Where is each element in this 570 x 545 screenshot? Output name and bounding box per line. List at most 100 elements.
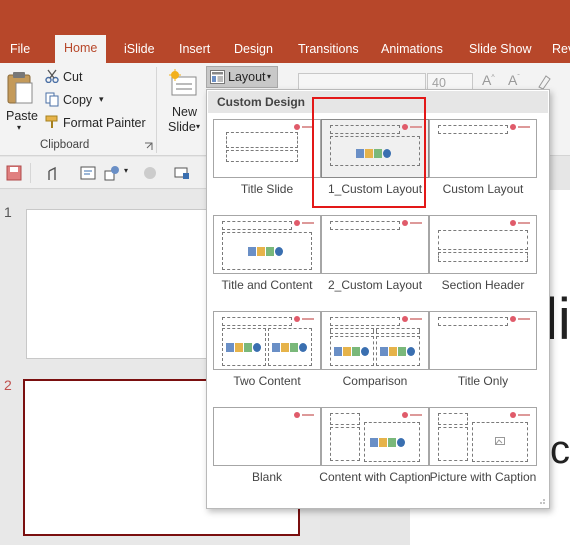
tab-file[interactable]: File <box>10 38 30 63</box>
content-icons <box>334 344 370 358</box>
layout-thumbnail <box>213 119 321 178</box>
new-slide-label-2: Slide <box>168 120 196 134</box>
layout-dropdown-arrow: ▾ <box>267 72 272 81</box>
caption-title-placeholder-outline <box>330 413 360 425</box>
layout-label: Blank <box>251 470 283 484</box>
decrease-font-size-button[interactable]: Aˇ <box>508 72 520 88</box>
font-size-value: 40 <box>432 76 446 90</box>
paste-dropdown-arrow[interactable]: ▾ <box>17 123 21 132</box>
shapes-icon[interactable] <box>104 165 120 181</box>
text-box-icon[interactable] <box>80 165 96 181</box>
animation-painter-icon[interactable] <box>142 165 158 181</box>
slide-number-1: 1 <box>4 204 12 220</box>
save-icon[interactable] <box>6 165 22 181</box>
toolbar-separator <box>30 163 31 183</box>
format-painter-button[interactable]: Format Painter <box>63 116 146 130</box>
layout-thumbnail <box>321 215 429 274</box>
copy-dropdown-arrow[interactable]: ▾ <box>99 94 104 105</box>
tab-insert[interactable]: Insert <box>179 38 210 63</box>
layout-content-with-caption[interactable]: Content with Caption <box>319 407 431 503</box>
clipboard-group-label: Clipboard <box>40 139 90 151</box>
paste-icon <box>7 72 33 104</box>
tab-animations[interactable]: Animations <box>381 38 443 63</box>
layout-thumbnail <box>429 407 537 466</box>
layout-label: Custom Layout <box>442 182 524 196</box>
layout-button[interactable]: Layout ▾ <box>206 66 278 88</box>
layout-label: Title and Content <box>221 278 313 292</box>
content-icons <box>272 340 308 354</box>
shapes-dropdown-arrow[interactable]: ▾ <box>124 166 128 175</box>
new-slide-dropdown-arrow[interactable]: ▾ <box>196 122 200 131</box>
tab-review[interactable]: Rev <box>552 38 570 63</box>
layout-custom-layout[interactable]: Custom Layout <box>429 119 537 215</box>
content-icons <box>380 344 416 358</box>
title-placeholder-outline <box>438 230 528 250</box>
format-painter-icon <box>45 115 58 128</box>
right-heading-placeholder-outline <box>376 328 420 334</box>
layout-thumbnail <box>213 215 321 274</box>
title-placeholder-outline <box>330 221 400 230</box>
title-placeholder-outline <box>226 132 298 148</box>
layout-title-slide[interactable]: Title Slide <box>213 119 321 215</box>
layout-label: Content with Caption <box>319 470 431 484</box>
caption-title-placeholder-outline <box>438 413 468 425</box>
quick-toolbar: ▾ <box>0 157 210 189</box>
layout-comparison[interactable]: Comparison <box>321 311 429 407</box>
layout-title-only[interactable]: Title Only <box>429 311 537 407</box>
tab-islide[interactable]: iSlide <box>124 38 155 63</box>
slide-body-text: cl <box>550 428 570 472</box>
copy-icon <box>45 92 59 107</box>
layout-label: Title Slide <box>240 182 294 196</box>
new-slide-button[interactable]: New Slide ▾ <box>162 67 204 137</box>
brand-logo-icon <box>510 412 530 418</box>
title-placeholder-outline <box>438 125 508 134</box>
clear-formatting-icon[interactable] <box>536 74 552 90</box>
title-placeholder-outline <box>222 221 292 230</box>
content-icons <box>370 435 406 449</box>
layout-thumbnail <box>213 311 321 370</box>
new-slide-label: New <box>172 105 198 119</box>
layout-label: Section Header <box>441 278 525 292</box>
layout-title-and-content[interactable]: Title and Content <box>213 215 321 311</box>
cut-icon <box>45 69 59 83</box>
title-placeholder-outline <box>222 317 292 326</box>
layout-icon <box>210 70 225 84</box>
text-placeholder-outline <box>438 252 528 262</box>
paste-button[interactable]: Paste ▾ <box>2 67 38 137</box>
layout-label: Picture with Caption <box>429 470 537 484</box>
cut-button[interactable]: Cut <box>63 70 82 84</box>
tab-design[interactable]: Design <box>234 38 273 63</box>
resize-grip-icon[interactable] <box>538 497 546 505</box>
tab-slide-show[interactable]: Slide Show <box>469 38 532 63</box>
layout-thumbnail <box>429 119 537 178</box>
layout-label: Comparison <box>342 374 408 388</box>
layout-section-header[interactable]: Section Header <box>429 215 537 311</box>
brand-logo-icon <box>402 220 422 226</box>
layout-label: Title Only <box>457 374 509 388</box>
layout-two-content[interactable]: Two Content <box>213 311 321 407</box>
dialog-launcher-icon[interactable] <box>144 142 153 151</box>
brand-logo-icon <box>294 124 314 130</box>
layout-blank[interactable]: Blank <box>213 407 321 503</box>
paste-label: Paste <box>6 109 38 123</box>
layout-label: Layout <box>228 70 266 84</box>
subtitle-placeholder-outline <box>226 150 298 162</box>
tab-home[interactable]: Home <box>55 35 107 63</box>
layout-2-custom-layout[interactable]: 2_Custom Layout <box>321 215 429 311</box>
title-placeholder-outline <box>438 317 508 326</box>
content-icons <box>226 340 262 354</box>
increase-font-size-button[interactable]: A^ <box>482 72 495 88</box>
copy-button[interactable]: Copy <box>63 93 92 107</box>
title-placeholder-outline <box>330 317 400 326</box>
picture-icon <box>495 437 505 445</box>
layout-label: Two Content <box>233 374 301 388</box>
layout-picture-with-caption[interactable]: Picture with Caption <box>429 407 537 503</box>
tab-transitions[interactable]: Transitions <box>298 38 359 63</box>
present-icon[interactable] <box>174 165 190 181</box>
content-icons <box>248 244 284 258</box>
touch-mode-icon[interactable] <box>44 165 60 181</box>
ribbon-tab-bar: File Home iSlide Insert Design Transitio… <box>0 0 570 63</box>
new-slide-icon <box>169 69 197 96</box>
caption-text-placeholder-outline <box>438 427 468 461</box>
brand-logo-icon <box>294 412 314 418</box>
